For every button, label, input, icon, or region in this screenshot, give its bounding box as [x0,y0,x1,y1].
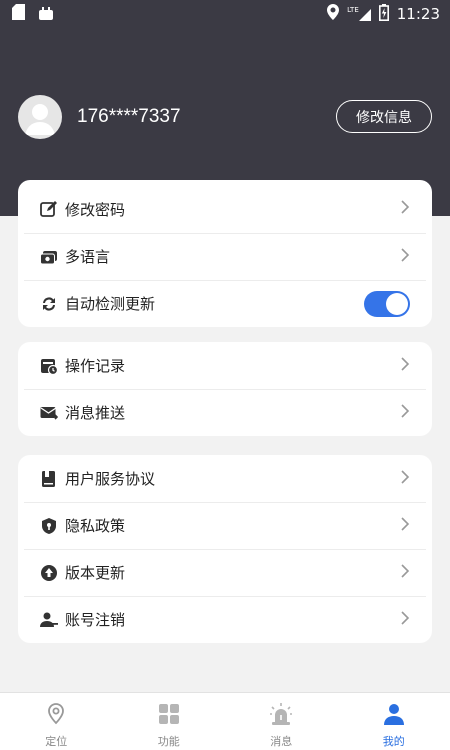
tab-functions[interactable]: 功能 [113,693,226,750]
language-icon [40,248,58,266]
grid-icon [157,702,181,730]
user-agreement-row[interactable]: 用户服务协议 [18,455,432,502]
privacy-policy-row[interactable]: 隐私政策 [18,502,432,549]
phone-number: 176****7337 [77,106,181,127]
change-password-row[interactable]: 修改密码 [18,180,432,233]
location-icon [44,702,68,730]
message-push-label: 消息推送 [65,404,126,422]
location-status-icon [327,4,340,24]
operation-log-label: 操作记录 [65,357,126,375]
language-row[interactable]: 多语言 [18,233,432,280]
android-icon [39,5,53,24]
chevron-right-icon [400,469,410,489]
tab-location-label: 定位 [45,735,68,748]
account-cancel-label: 账号注销 [65,611,126,629]
version-update-row[interactable]: 版本更新 [18,549,432,596]
tab-mine-label: 我的 [382,735,405,748]
user-remove-icon [40,611,58,629]
tab-messages-label: 消息 [270,735,293,748]
tab-location[interactable]: 定位 [0,693,113,750]
settings-card-account: 修改密码 多语言 自动检测更新 [18,180,432,327]
language-label: 多语言 [65,248,111,266]
auto-update-toggle[interactable] [364,290,410,317]
chevron-right-icon [400,247,410,267]
upgrade-icon [40,564,58,582]
tab-functions-label: 功能 [157,735,180,748]
alarm-icon [269,702,293,730]
clock: 11:23 [396,5,440,23]
chevron-right-icon [400,403,410,423]
chevron-right-icon [400,610,410,630]
auto-update-row: 自动检测更新 [18,280,432,327]
user-agreement-label: 用户服务协议 [65,470,156,488]
avatar[interactable] [18,95,62,139]
privacy-policy-label: 隐私政策 [65,517,126,535]
chevron-right-icon [400,199,410,219]
account-cancel-row[interactable]: 账号注销 [18,596,432,643]
profile-section: 176****7337 修改信息 [18,95,432,139]
record-icon [40,357,58,375]
settings-card-activity: 操作记录 消息推送 [18,342,432,436]
auto-update-label: 自动检测更新 [65,295,156,313]
person-icon [382,702,406,730]
shield-icon [40,517,58,535]
mail-icon [40,404,58,422]
message-push-row[interactable]: 消息推送 [18,389,432,436]
operation-log-row[interactable]: 操作记录 [18,342,432,389]
bottom-tab-bar: 定位 功能 消息 我的 [0,692,450,750]
chevron-right-icon [400,356,410,376]
battery-icon [378,3,389,25]
edit-icon [40,200,58,218]
chevron-right-icon [400,516,410,536]
edit-info-button[interactable]: 修改信息 [336,100,432,133]
tab-messages[interactable]: 消息 [225,693,338,750]
version-update-label: 版本更新 [65,564,126,582]
sd-card-icon [12,4,25,24]
sync-icon [40,295,58,313]
lte-signal-icon: LTE [347,7,371,21]
toggle-knob [386,292,408,315]
book-icon [40,470,58,488]
tab-mine[interactable]: 我的 [338,693,450,750]
chevron-right-icon [400,563,410,583]
status-bar: LTE 11:23 [0,0,450,28]
change-password-label: 修改密码 [65,200,126,219]
settings-card-about: 用户服务协议 隐私政策 版本更新 账号注销 [18,455,432,643]
